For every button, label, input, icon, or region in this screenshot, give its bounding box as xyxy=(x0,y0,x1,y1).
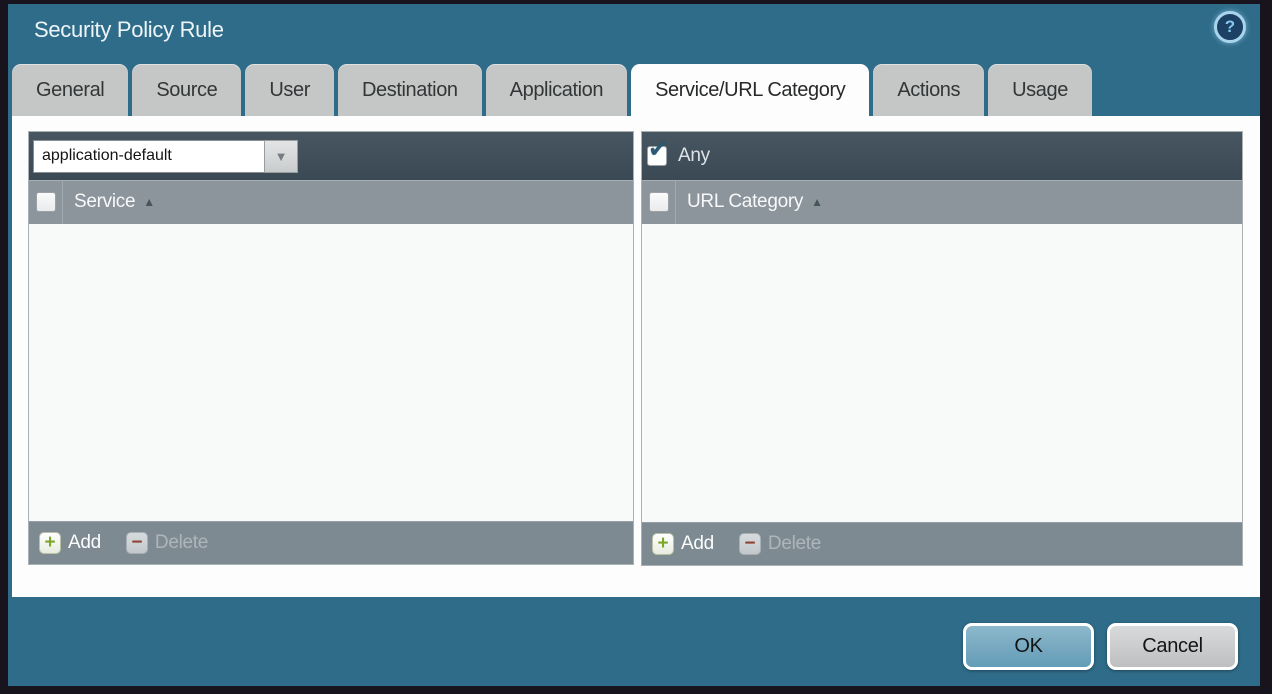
sort-ascending-icon: ▲ xyxy=(811,195,823,209)
service-select-all-checkbox[interactable] xyxy=(36,192,56,212)
url-category-panel: ✔ Any URL Category ▲ + Add − Delete xyxy=(641,131,1243,566)
tab-application[interactable]: Application xyxy=(486,64,627,116)
cancel-button[interactable]: Cancel xyxy=(1107,623,1238,670)
url-category-select-all-cell xyxy=(642,180,676,224)
plus-icon: + xyxy=(652,533,674,555)
service-add-button[interactable]: + Add xyxy=(39,532,101,554)
tab-content-service-url-category: ▼ Service ▲ + Add − Delete xyxy=(12,116,1260,597)
url-category-table-header: URL Category ▲ xyxy=(642,180,1242,224)
service-type-dropdown[interactable]: ▼ xyxy=(33,140,298,173)
dialog-title: Security Policy Rule xyxy=(34,17,224,43)
service-select-all-cell xyxy=(29,180,63,224)
chevron-down-icon: ▼ xyxy=(275,149,288,164)
url-category-toolbar: ✔ Any xyxy=(642,132,1242,180)
tab-user[interactable]: User xyxy=(245,64,334,116)
any-checkbox-label[interactable]: Any xyxy=(678,145,710,167)
service-table-header: Service ▲ xyxy=(29,180,633,224)
help-icon[interactable]: ? xyxy=(1214,11,1246,43)
url-category-list[interactable] xyxy=(642,224,1242,522)
sort-ascending-icon: ▲ xyxy=(143,195,155,209)
add-button-label: Add xyxy=(68,532,101,554)
tab-bar: General Source User Destination Applicat… xyxy=(12,64,1092,116)
tab-destination[interactable]: Destination xyxy=(338,64,482,116)
url-category-select-all-checkbox[interactable] xyxy=(649,192,669,212)
plus-icon: + xyxy=(39,532,61,554)
service-footer: + Add − Delete xyxy=(29,521,633,564)
minus-icon: − xyxy=(739,533,761,555)
service-panel: ▼ Service ▲ + Add − Delete xyxy=(28,131,634,565)
url-category-column-header[interactable]: URL Category xyxy=(687,191,803,213)
add-button-label: Add xyxy=(681,533,714,555)
service-toolbar: ▼ xyxy=(29,132,633,180)
service-type-input[interactable] xyxy=(33,140,264,173)
tab-actions[interactable]: Actions xyxy=(873,64,984,116)
tab-source[interactable]: Source xyxy=(132,64,241,116)
tab-usage[interactable]: Usage xyxy=(988,64,1092,116)
security-policy-rule-dialog: Security Policy Rule ? General Source Us… xyxy=(8,4,1260,686)
ok-button[interactable]: OK xyxy=(963,623,1094,670)
service-column-header[interactable]: Service xyxy=(74,191,135,213)
minus-icon: − xyxy=(126,532,148,554)
url-category-delete-button[interactable]: − Delete xyxy=(739,533,821,555)
url-category-add-button[interactable]: + Add xyxy=(652,533,714,555)
service-list[interactable] xyxy=(29,224,633,521)
service-type-dropdown-button[interactable]: ▼ xyxy=(264,140,298,173)
delete-button-label: Delete xyxy=(155,532,208,554)
delete-button-label: Delete xyxy=(768,533,821,555)
service-delete-button[interactable]: − Delete xyxy=(126,532,208,554)
tab-general[interactable]: General xyxy=(12,64,128,116)
checkmark-icon: ✔ xyxy=(648,138,668,162)
url-category-footer: + Add − Delete xyxy=(642,522,1242,565)
any-checkbox[interactable]: ✔ xyxy=(647,146,667,166)
tab-service-url-category[interactable]: Service/URL Category xyxy=(631,64,869,116)
